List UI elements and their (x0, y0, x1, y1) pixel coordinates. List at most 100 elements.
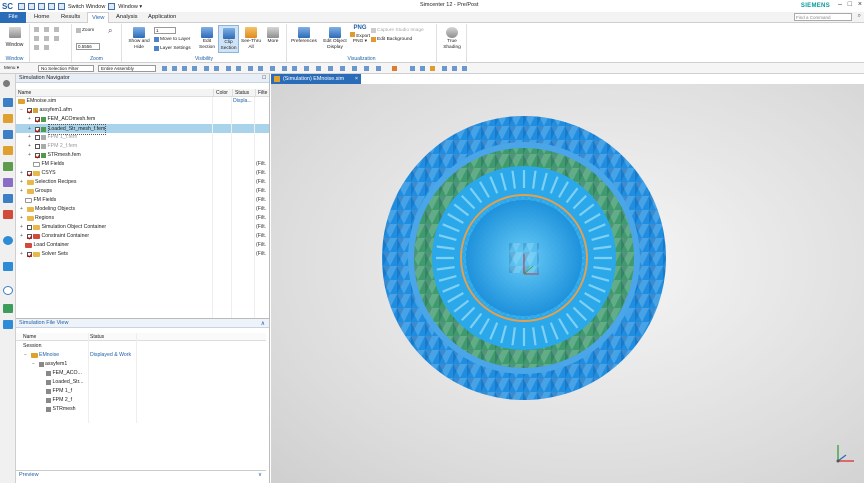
visibility-checkbox[interactable] (26, 108, 32, 113)
visibility-checkbox[interactable] (26, 252, 32, 257)
fv-row-fpm1[interactable]: FPM 1_f (16, 387, 266, 396)
fit-icon[interactable] (258, 66, 263, 71)
capture-studio-image-button[interactable]: Capture Studio Image (371, 28, 424, 33)
zoom-button[interactable]: Zoom (76, 28, 94, 33)
zoom-region-icon[interactable] (304, 66, 309, 71)
collapse-icon[interactable]: − (32, 360, 37, 369)
expand-icon[interactable]: + (20, 214, 25, 223)
rotate-icon[interactable] (282, 66, 287, 71)
web-browser-icon[interactable] (3, 194, 13, 203)
expand-icon[interactable]: + (20, 178, 25, 187)
layer-settings-button[interactable]: Layer Settings (154, 46, 191, 51)
visibility-checkbox[interactable] (34, 117, 40, 122)
expand-icon[interactable]: + (20, 169, 25, 178)
expand-panel-icon[interactable]: ∨ (258, 471, 262, 480)
expand-icon[interactable]: + (20, 232, 25, 241)
wcs-icon[interactable] (430, 66, 435, 71)
fv-row-loaded-str[interactable]: Loaded_Str... (16, 378, 266, 387)
wireframe-icon[interactable] (340, 66, 345, 71)
viewport-tab[interactable]: (Simulation) EMnoise.sim × (271, 74, 361, 84)
panel-maximize-icon[interactable]: □ (262, 75, 266, 81)
render-icon[interactable] (316, 66, 321, 71)
layer-icon[interactable] (376, 66, 381, 71)
layout-4-icon[interactable] (34, 36, 39, 41)
collapse-icon[interactable]: − (24, 351, 29, 360)
move-to-layer-button[interactable]: Move to Layer (154, 37, 190, 42)
window-menu-button[interactable]: Window ▾ (118, 4, 142, 10)
show-and-hide-button[interactable]: Show and Hide (125, 27, 153, 50)
tab-analysis[interactable]: Analysis (112, 12, 142, 23)
expand-icon[interactable]: + (28, 115, 33, 124)
collapse-panel-icon[interactable]: ∧ (261, 320, 265, 327)
tab-view[interactable]: View (87, 12, 110, 23)
edit-section-button[interactable]: Edit Section (196, 27, 218, 50)
reuse-library-icon[interactable] (3, 162, 13, 171)
preferences-button[interactable]: Preferences (289, 27, 319, 45)
grid-icon[interactable] (410, 66, 415, 71)
assembly-navigator-icon[interactable] (3, 130, 13, 139)
expand-icon[interactable]: + (20, 223, 25, 232)
window-button[interactable] (3, 27, 27, 39)
roles-icon[interactable] (3, 304, 13, 313)
hd3d-tools-icon[interactable] (3, 178, 13, 187)
layout-5-icon[interactable] (44, 36, 49, 41)
layout-3-icon[interactable] (54, 27, 59, 32)
export-png-button[interactable]: PNG Export PNG ▾ (349, 25, 371, 45)
fv-col-status[interactable]: Status (90, 333, 104, 341)
col-name[interactable]: Name (16, 89, 31, 97)
process-studio-icon[interactable] (3, 262, 13, 271)
body-icon[interactable] (226, 66, 231, 71)
point-icon[interactable] (192, 66, 197, 71)
assembly-scope-select[interactable]: Entire Assembly (98, 65, 156, 72)
collapse-icon[interactable]: − (20, 106, 25, 115)
true-shading-button[interactable]: True Shading (439, 27, 465, 50)
expand-icon[interactable]: + (20, 187, 25, 196)
visibility-checkbox[interactable] (26, 171, 32, 176)
face-icon[interactable] (214, 66, 219, 71)
part-navigator-icon[interactable] (3, 114, 13, 123)
tab-results[interactable]: Results (57, 12, 84, 23)
edit-object-display-button[interactable]: Edit Object Display (320, 27, 350, 50)
fv-row-assyfem[interactable]: − assyfem1 (16, 360, 266, 369)
clip-section-button[interactable]: Clip Section (218, 25, 239, 53)
layout-7-icon[interactable] (34, 45, 39, 50)
minimize-icon[interactable]: – (838, 1, 842, 8)
history-icon[interactable] (3, 210, 13, 219)
close-icon[interactable]: × (858, 1, 862, 8)
visibility-checkbox[interactable] (34, 135, 40, 140)
view-triad[interactable] (832, 441, 858, 467)
system-materials-icon[interactable] (3, 236, 13, 245)
measure-icon[interactable] (392, 66, 397, 71)
tab-close-icon[interactable]: × (355, 74, 358, 84)
maximize-icon[interactable]: □ (848, 1, 852, 8)
expand-icon[interactable]: + (28, 133, 33, 142)
tab-application[interactable]: Application (144, 12, 180, 23)
redo-icon[interactable] (38, 3, 45, 10)
fv-row-strmesh[interactable]: STRmesh (16, 405, 266, 414)
constraint-navigator-icon[interactable] (3, 146, 13, 155)
select-all-icon[interactable] (162, 66, 167, 71)
col-color[interactable]: Color (213, 89, 228, 97)
switch-window-button[interactable]: Switch Window (68, 4, 105, 10)
layout-2-icon[interactable] (44, 27, 49, 32)
zoom-scale-input[interactable]: 0.5556 (76, 43, 100, 50)
fv-row-session[interactable]: Session (16, 342, 266, 351)
light-icon[interactable] (364, 66, 369, 71)
simulation-navigator-icon[interactable] (3, 98, 13, 107)
window-icon[interactable] (108, 3, 116, 10)
expand-icon[interactable]: + (20, 205, 25, 214)
settings-icon[interactable] (3, 80, 10, 87)
visibility-checkbox[interactable] (26, 225, 32, 230)
layout-6-icon[interactable] (54, 36, 59, 41)
filter-icon[interactable] (172, 66, 177, 71)
see-thru-all-button[interactable]: See-Thru All (240, 27, 262, 50)
fv-col-name[interactable]: Name (23, 333, 36, 341)
col-filter[interactable]: Filte (255, 89, 267, 97)
edge-icon[interactable] (204, 66, 209, 71)
expand-icon[interactable]: + (28, 151, 33, 160)
layout-1-icon[interactable] (34, 27, 39, 32)
options-icon[interactable] (462, 66, 467, 71)
select-icon[interactable] (48, 3, 55, 10)
fit-all-icon[interactable] (442, 66, 447, 71)
fv-row-fpm2[interactable]: FPM 2_f (16, 396, 266, 405)
